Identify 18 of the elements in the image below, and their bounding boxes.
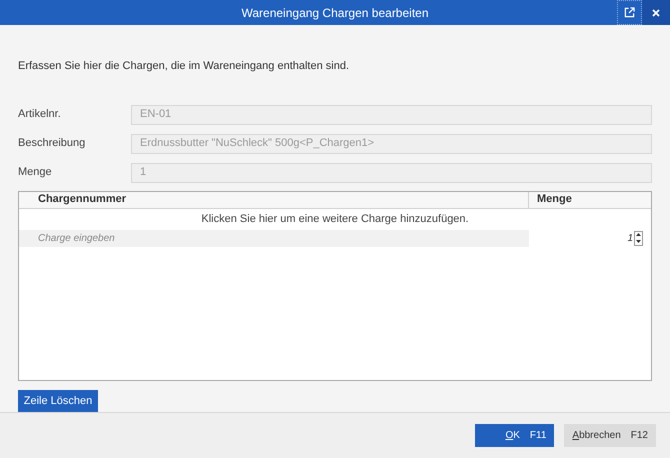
external-link-icon xyxy=(624,7,635,18)
cancel-button[interactable]: Abbrechen F12 xyxy=(564,424,656,447)
quantity-value: 1 xyxy=(627,232,633,246)
ok-button[interactable]: OK F11 xyxy=(475,424,554,447)
intro-text: Erfassen Sie hier die Chargen, die im Wareneingang enthalten sind. xyxy=(18,59,350,74)
close-icon xyxy=(652,8,660,16)
close-button[interactable] xyxy=(642,0,670,25)
spinner[interactable] xyxy=(634,230,643,246)
delete-row-button[interactable]: Zeile Löschen xyxy=(18,390,98,412)
column-header: Chargennummer xyxy=(19,192,529,208)
field-label: Menge xyxy=(18,165,53,180)
window-title: Wareneingang Chargen bearbeiten xyxy=(240,4,430,22)
table-row[interactable]: Charge eingeben 1 xyxy=(19,230,651,246)
batch-input[interactable]: Charge eingeben xyxy=(19,230,529,246)
add-row-link[interactable]: Klicken Sie hier um eine weitere Charge hinzuzufügen. xyxy=(201,210,469,228)
column-header: Menge xyxy=(536,192,573,208)
field-label: Artikelnr. xyxy=(18,107,62,122)
field-label: Beschreibung xyxy=(18,136,86,152)
